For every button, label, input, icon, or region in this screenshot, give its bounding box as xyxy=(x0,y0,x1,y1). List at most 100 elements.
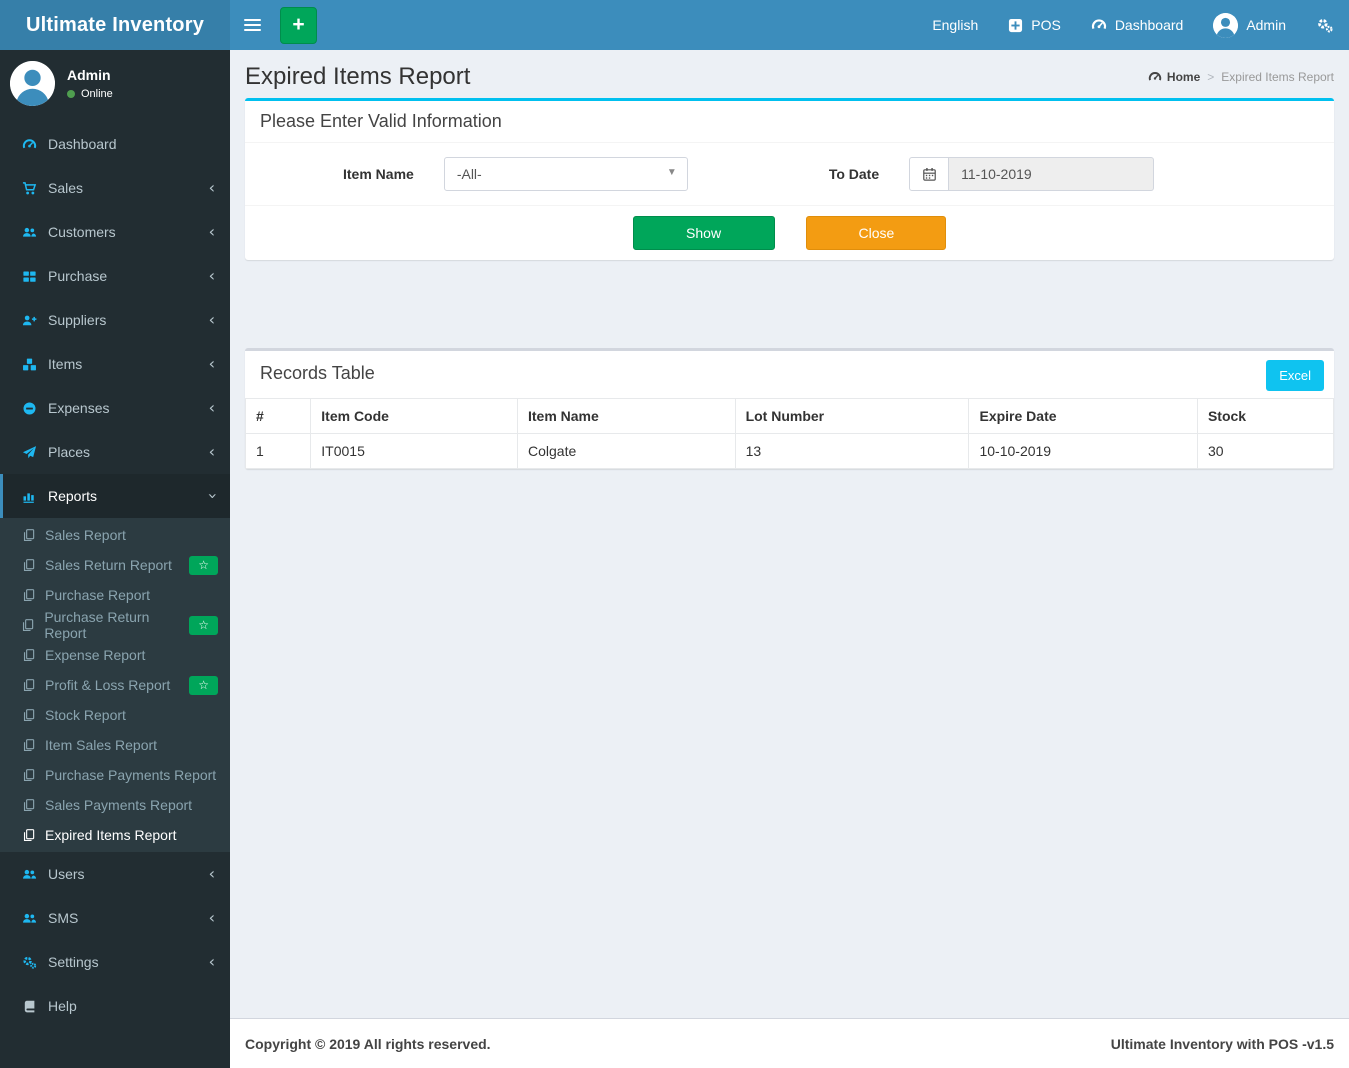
sidebar-item-settings[interactable]: Settings ‹ xyxy=(0,940,230,984)
avatar xyxy=(10,61,55,106)
chevron-left-icon: ‹ xyxy=(208,908,215,927)
nav-settings[interactable] xyxy=(1301,0,1349,50)
submenu-profit-loss-report[interactable]: Profit & Loss Report ☆ xyxy=(0,670,230,700)
star-badge: ☆ xyxy=(189,615,218,635)
submenu-stock-report[interactable]: Stock Report xyxy=(0,700,230,730)
user-plus-icon xyxy=(18,313,40,328)
submenu-sales-report[interactable]: Sales Report xyxy=(0,520,230,550)
breadcrumb-current: Expired Items Report xyxy=(1221,70,1334,84)
nav-dashboard-label: Dashboard xyxy=(1114,17,1184,33)
chevron-left-icon: ‹ xyxy=(208,442,215,461)
to-date-label: To Date xyxy=(828,166,880,182)
col-header-index: # xyxy=(244,398,312,434)
submenu-item-label: Purchase Payments Report xyxy=(45,767,217,783)
sidebar-item-label: Reports xyxy=(48,488,98,504)
footer-copyright: Copyright © 2019 All rights reserved. xyxy=(245,1035,491,1052)
sidebar-toggle-button[interactable] xyxy=(230,0,275,50)
sidebar-item-sms[interactable]: SMS ‹ xyxy=(0,896,230,940)
sidebar-item-label: SMS xyxy=(48,910,79,926)
sidebar-item-users[interactable]: Users ‹ xyxy=(0,852,230,896)
cell-index: 1 xyxy=(244,433,312,469)
footer-version: Ultimate Inventory with POS -v1.5 xyxy=(1110,1035,1334,1052)
submenu-expired-items-report[interactable]: Expired Items Report xyxy=(0,820,230,850)
sidebar-user-panel: Admin Online xyxy=(0,50,230,118)
copy-icon xyxy=(20,528,37,542)
sidebar-item-items[interactable]: Items ‹ xyxy=(0,342,230,386)
submenu-sales-payments-report[interactable]: Sales Payments Report xyxy=(0,790,230,820)
records-panel-title: Records Table xyxy=(260,363,375,383)
submenu-expense-report[interactable]: Expense Report xyxy=(0,640,230,670)
sidebar-item-dashboard[interactable]: Dashboard xyxy=(0,122,230,166)
sidebar-item-customers[interactable]: Customers ‹ xyxy=(0,210,230,254)
submenu-item-label: Purchase Report xyxy=(45,587,151,603)
excel-export-button[interactable]: Excel xyxy=(1266,360,1324,391)
page-title: Expired Items Report xyxy=(245,63,471,90)
copy-icon xyxy=(20,678,37,692)
copy-icon xyxy=(20,648,37,662)
chevron-left-icon: ‹ xyxy=(208,354,215,373)
breadcrumb-home-link[interactable]: Home xyxy=(1148,70,1200,84)
nav-dashboard[interactable]: Dashboard xyxy=(1076,0,1199,50)
nav-user[interactable]: Admin xyxy=(1198,0,1301,50)
submenu-item-label: Sales Payments Report xyxy=(45,797,193,813)
item-name-select[interactable]: -All- xyxy=(443,157,688,191)
submenu-sales-return-report[interactable]: Sales Return Report ☆ xyxy=(0,550,230,580)
sidebar-item-sales[interactable]: Sales ‹ xyxy=(0,166,230,210)
sidebar-item-label: Customers xyxy=(48,224,116,240)
sidebar-item-help[interactable]: Help xyxy=(0,984,230,1028)
submenu-item-sales-report[interactable]: Item Sales Report xyxy=(0,730,230,760)
chevron-left-icon: ‹ xyxy=(208,310,215,329)
show-button[interactable]: Show xyxy=(632,216,775,250)
close-button[interactable]: Close xyxy=(806,216,947,250)
to-date-input[interactable] xyxy=(949,157,1155,191)
cart-icon xyxy=(18,181,40,196)
col-header-item-name: Item Name xyxy=(516,398,736,434)
records-table: # Item Code Item Name Lot Number Expire … xyxy=(244,398,1335,469)
records-panel-header: Records Table Excel xyxy=(245,351,1334,398)
sidebar-item-label: Suppliers xyxy=(48,312,107,328)
sidebar-item-suppliers[interactable]: Suppliers ‹ xyxy=(0,298,230,342)
col-header-item-code: Item Code xyxy=(310,398,518,434)
chevron-left-icon: ‹ xyxy=(208,398,215,417)
submenu-item-label: Sales Report xyxy=(45,527,126,543)
breadcrumb-separator: > xyxy=(1207,70,1215,84)
navbar: + English POS Dashboard Admin xyxy=(230,0,1349,50)
dashboard-icon xyxy=(18,137,40,152)
plus-icon: + xyxy=(292,12,305,36)
grid-icon xyxy=(18,269,40,284)
sidebar-menu: Dashboard Sales ‹ Customers ‹ Purchase ‹… xyxy=(0,122,230,1028)
sidebar-item-purchase[interactable]: Purchase ‹ xyxy=(0,254,230,298)
content-area: Expired Items Report Home > Expired Item… xyxy=(230,50,1349,1018)
submenu-purchase-payments-report[interactable]: Purchase Payments Report xyxy=(0,760,230,790)
submenu-purchase-report[interactable]: Purchase Report xyxy=(0,580,230,610)
sidebar-item-reports[interactable]: Reports ‹ xyxy=(0,474,230,518)
navbar-right-menu: English POS Dashboard Admin xyxy=(917,0,1349,50)
submenu-item-label: Expired Items Report xyxy=(45,827,177,843)
col-header-lot-number: Lot Number xyxy=(734,398,970,434)
user-avatar xyxy=(1213,12,1239,38)
chevron-left-icon: ‹ xyxy=(208,266,215,285)
copy-icon xyxy=(20,798,37,812)
breadcrumb-home-label: Home xyxy=(1166,70,1201,84)
cell-expire-date: 10-10-2019 xyxy=(968,433,1198,469)
sidebar-item-places[interactable]: Places ‹ xyxy=(0,430,230,474)
cell-item-name: Colgate xyxy=(516,433,736,469)
sidebar: Admin Online Dashboard Sales ‹ Customers… xyxy=(0,50,230,1068)
user-status: Online xyxy=(67,88,113,100)
sidebar-item-expenses[interactable]: Expenses ‹ xyxy=(0,386,230,430)
users-icon xyxy=(18,911,40,926)
star-icon: ☆ xyxy=(198,617,209,632)
quick-add-button[interactable]: + xyxy=(280,6,317,44)
nav-language[interactable]: English xyxy=(917,0,993,50)
submenu-purchase-return-report[interactable]: Purchase Return Report ☆ xyxy=(0,609,230,641)
online-dot-icon xyxy=(67,90,75,98)
nav-pos[interactable]: POS xyxy=(993,0,1076,50)
sidebar-item-label: Items xyxy=(48,356,83,372)
plus-square-icon xyxy=(1008,18,1023,33)
sidebar-item-label: Sales xyxy=(48,180,84,196)
copy-icon xyxy=(20,708,37,722)
book-icon xyxy=(18,999,40,1014)
filter-panel: Please Enter Valid Information Item Name… xyxy=(245,98,1334,260)
calendar-icon[interactable] xyxy=(909,157,950,191)
brand-logo[interactable]: Ultimate Inventory xyxy=(0,0,230,50)
